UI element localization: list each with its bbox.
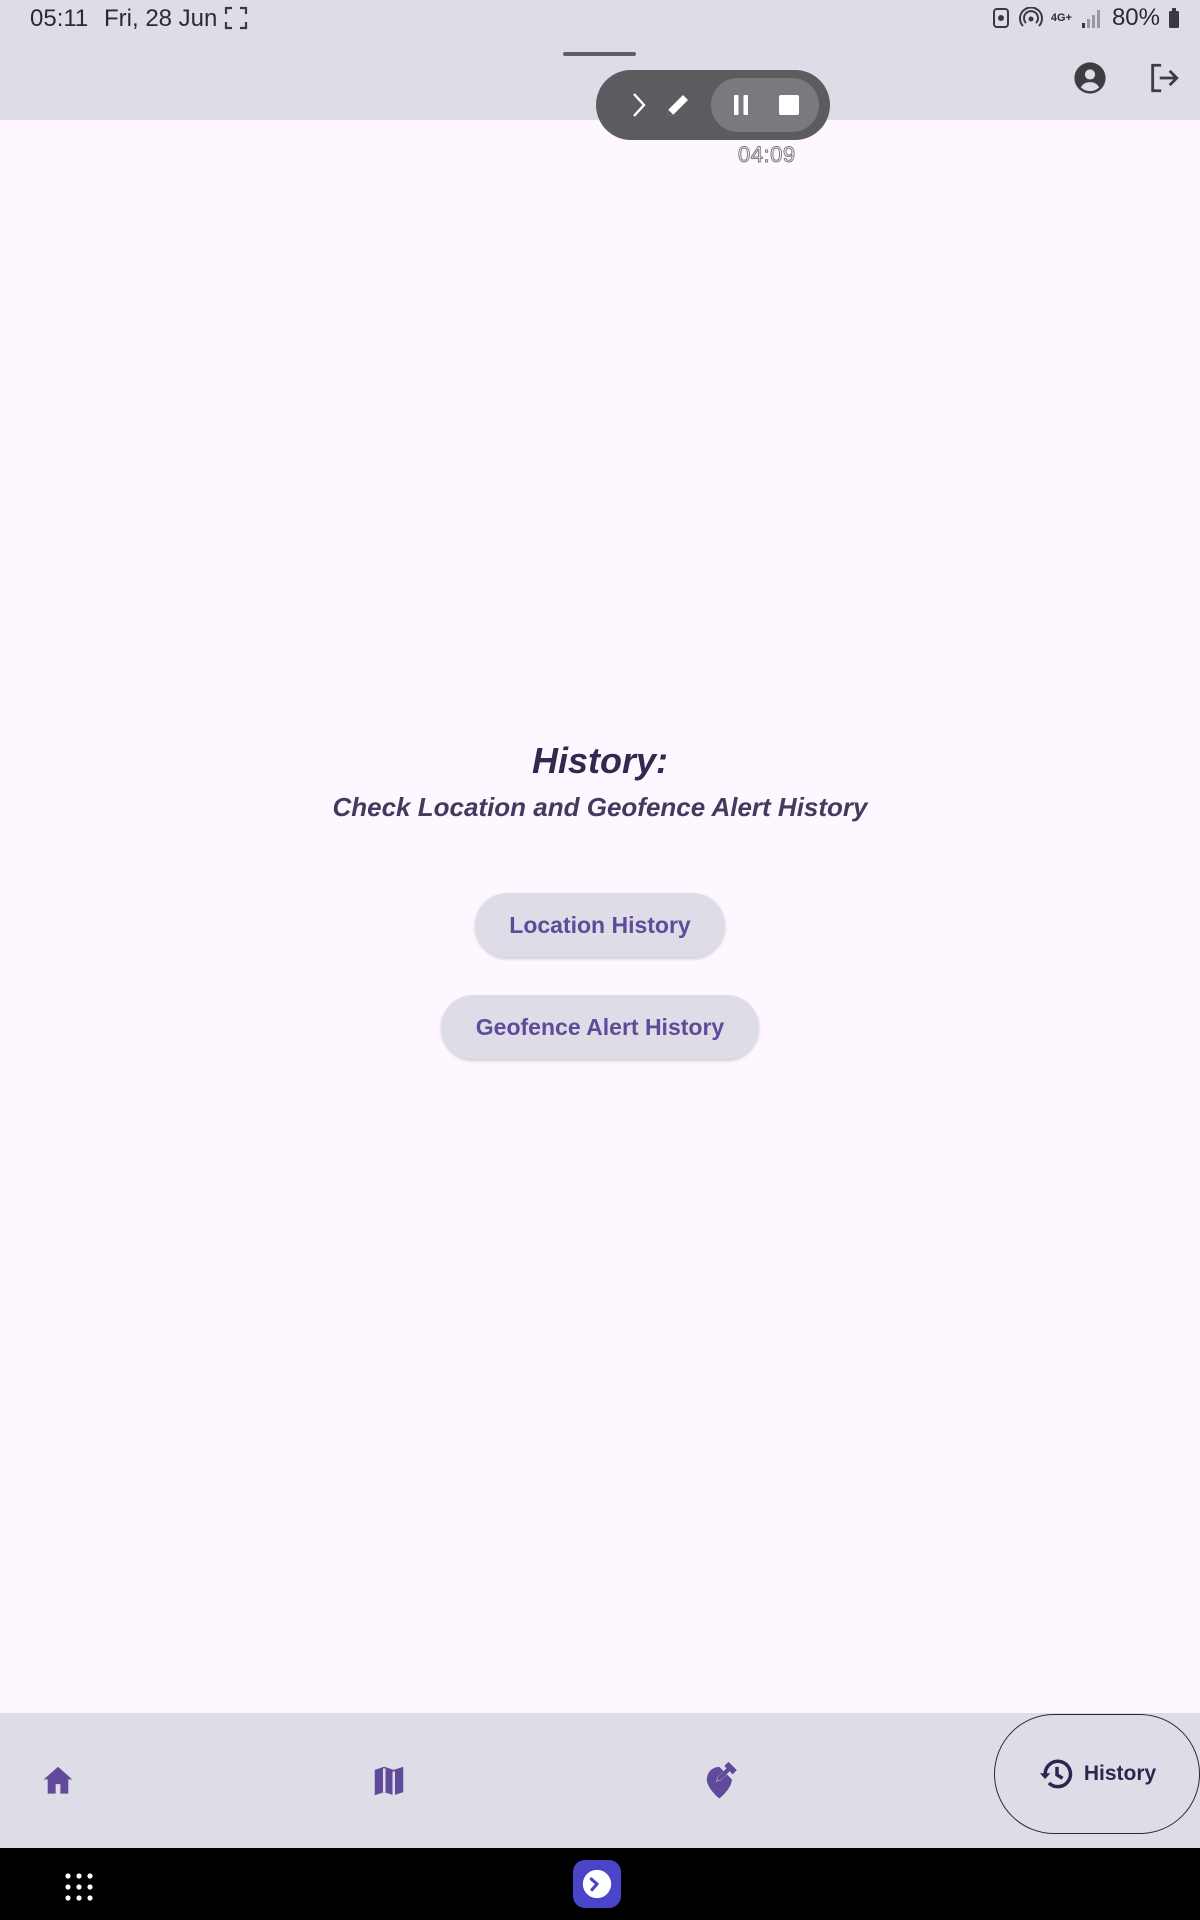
battery-icon — [1169, 8, 1179, 28]
account-button[interactable] — [1070, 58, 1110, 98]
clock-app-icon — [582, 1869, 612, 1899]
page-subtitle: Check Location and Geofence Alert Histor… — [332, 792, 868, 822]
map-icon — [374, 1766, 404, 1796]
screenshot-frame-icon — [224, 6, 248, 30]
battery-level: 80% — [1111, 4, 1160, 31]
sim-alert-icon — [992, 8, 1009, 28]
stop-icon — [779, 95, 799, 115]
app-bar-actions — [1070, 58, 1184, 98]
logout-icon — [1151, 63, 1179, 93]
recorder-stop-button[interactable] — [769, 85, 809, 125]
nav-item-geofence[interactable] — [681, 1741, 761, 1821]
pause-icon — [734, 95, 748, 115]
geofence-alert-history-button[interactable]: Geofence Alert History — [441, 995, 759, 1059]
nav-item-home[interactable] — [18, 1741, 98, 1821]
nav-item-history-label: History — [1083, 1762, 1157, 1785]
status-bar: 05:11 Fri, 28 Jun 4G+ 80% — [0, 0, 1200, 36]
screen-recorder-toolbar — [596, 70, 830, 140]
system-navigation-bar — [0, 1848, 1200, 1920]
nav-item-map[interactable] — [349, 1741, 429, 1821]
location-history-button[interactable]: Location History — [475, 893, 725, 957]
recorder-timer: 04:09 — [738, 142, 796, 168]
account-circle-icon — [1074, 62, 1106, 94]
chevron-right-icon — [633, 93, 646, 117]
history-icon — [1039, 1759, 1072, 1789]
recorder-draw-button[interactable] — [658, 85, 698, 125]
drag-handle[interactable] — [563, 52, 636, 56]
network-type: 4G+ — [1050, 11, 1072, 24]
bottom-navigation: History — [0, 1713, 1200, 1848]
recorder-controls — [711, 78, 819, 132]
nav-item-history[interactable]: History — [994, 1714, 1200, 1834]
status-time: 05:11 — [30, 5, 89, 32]
signal-icon — [1081, 10, 1100, 28]
status-icons: 4G+ 80% — [991, 4, 1180, 32]
recorder-collapse-button[interactable] — [618, 85, 658, 125]
hotspot-icon — [1018, 7, 1043, 27]
app-screen: 05:11 Fri, 28 Jun 4G+ 80% 04:09 History:… — [0, 0, 1200, 1920]
home-icon — [43, 1766, 73, 1794]
logout-button[interactable] — [1144, 58, 1184, 98]
recent-app-button[interactable] — [573, 1860, 621, 1908]
geofence-edit-icon — [706, 1761, 737, 1799]
recorder-pause-button[interactable] — [721, 85, 761, 125]
status-date: Fri, 28 Jun — [104, 5, 218, 32]
pencil-icon — [666, 95, 688, 117]
app-drawer-icon[interactable] — [62, 1870, 96, 1904]
page-title: History: — [531, 740, 669, 781]
